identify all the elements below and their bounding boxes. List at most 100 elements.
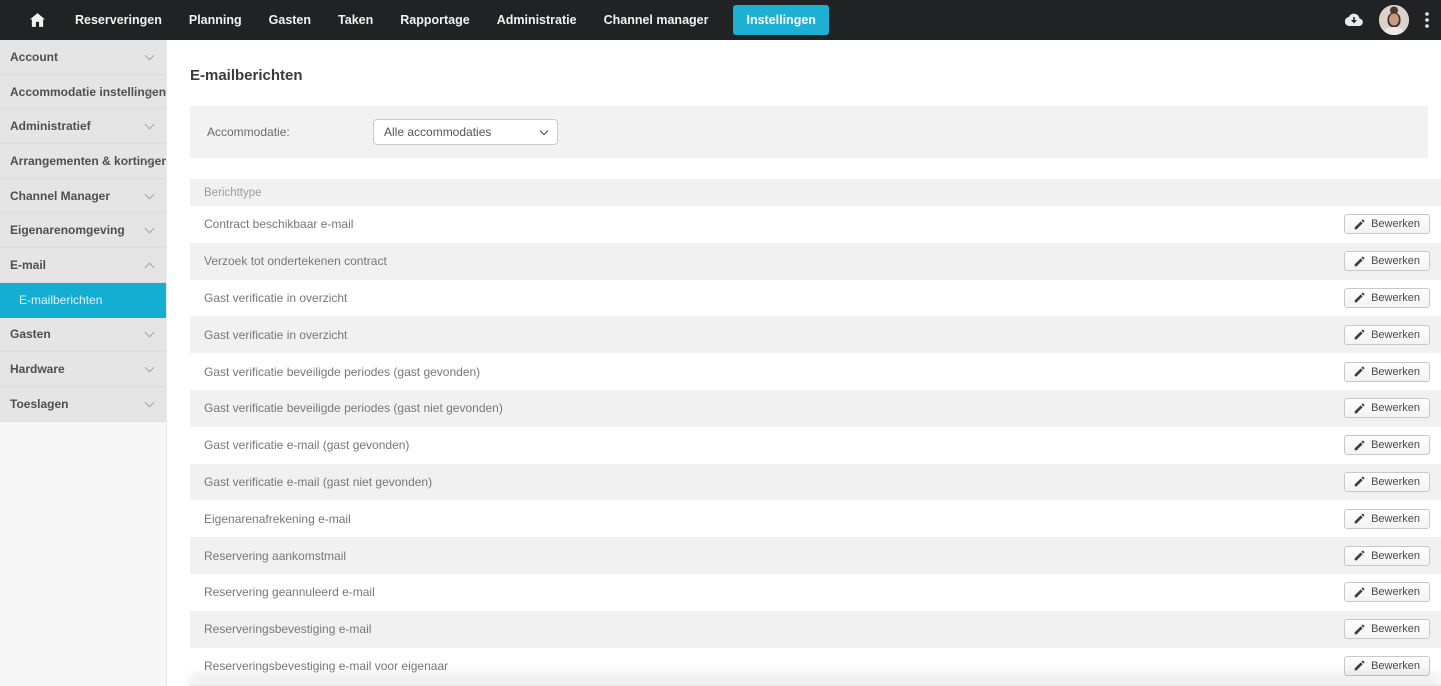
- bewerken-button[interactable]: Bewerken: [1344, 582, 1430, 603]
- sidebar-item-label: Channel Manager: [10, 188, 111, 203]
- bewerken-button[interactable]: Bewerken: [1344, 398, 1430, 419]
- bewerken-button-label: Bewerken: [1371, 291, 1420, 304]
- sidebar-menu: Account Accommodatie instellingen Admini…: [0, 40, 166, 422]
- chevron-icon: [144, 260, 155, 273]
- sidebar-item-arrangementen-kortingen[interactable]: Arrangementen & kortingen: [0, 144, 166, 179]
- berichttype-label: Gast verificatie in overzicht: [204, 290, 348, 305]
- sidebar-item-label: Account: [10, 49, 58, 64]
- accommodation-filter-label: Accommodatie:: [207, 125, 290, 139]
- bewerken-button-label: Bewerken: [1371, 218, 1420, 231]
- pencil-icon: [1354, 440, 1365, 450]
- chevron-icon: [144, 362, 155, 373]
- bewerken-button-label: Bewerken: [1371, 586, 1420, 599]
- pencil-icon: [1354, 403, 1365, 414]
- chevron-down-icon: [539, 126, 549, 136]
- table-row: Verzoek tot ondertekenen contract Bewerk…: [190, 242, 1441, 280]
- bewerken-button-label: Bewerken: [1371, 549, 1420, 562]
- berichttype-label: Gast verificatie beveiligde periodes (ga…: [204, 401, 503, 416]
- chevron-icon: [144, 223, 155, 234]
- sidebar-item-administratief[interactable]: Administratief: [0, 109, 166, 145]
- bewerken-button[interactable]: Bewerken: [1344, 287, 1430, 308]
- sidebar-item-accommodatie-instellingen[interactable]: Accommodatie instellingen: [0, 75, 166, 110]
- table-row: Eigenarenafrekening e-mail Bewerken: [190, 500, 1441, 538]
- sidebar-item-hardware[interactable]: Hardware: [0, 352, 166, 387]
- sidebar-item-account[interactable]: Account: [0, 40, 166, 75]
- nav-item-gasten[interactable]: Gasten: [269, 5, 311, 35]
- nav-item-taken[interactable]: Taken: [338, 5, 373, 35]
- pencil-icon: [1354, 587, 1365, 598]
- berichttype-label: Gast verificatie beveiligde periodes (ga…: [204, 364, 481, 379]
- nav-item-rapportage[interactable]: Rapportage: [400, 5, 469, 35]
- pencil-icon: [1354, 219, 1365, 230]
- sidebar-item-label: Arrangementen & kortingen: [10, 153, 166, 168]
- sidebar-item-toeslagen[interactable]: Toeslagen: [0, 387, 166, 422]
- nav-item-channel-manager[interactable]: Channel manager: [604, 5, 709, 35]
- chevron-icon: [144, 189, 155, 200]
- table-row: Reservering geannuleerd e-mail Bewerken: [190, 573, 1441, 611]
- pencil-icon: [1354, 513, 1365, 524]
- nav-item-planning[interactable]: Planning: [189, 5, 242, 35]
- page-title: E-mailberichten: [190, 67, 303, 84]
- sidebar-item-label: Administratief: [10, 119, 91, 134]
- sidebar-item-e-mail[interactable]: E-mail: [0, 248, 166, 283]
- cloud-download-icon[interactable]: [1345, 13, 1363, 27]
- sidebar-item-eigenarenomgeving[interactable]: Eigenarenomgeving: [0, 213, 166, 249]
- sidebar-item-label: Toeslagen: [10, 396, 69, 411]
- table-row: Gast verificatie beveiligde periodes (ga…: [190, 389, 1441, 427]
- berichttype-label: Gast verificatie e-mail (gast gevonden): [204, 438, 410, 453]
- berichttype-label: Eigenarenafrekening e-mail: [204, 511, 351, 526]
- chevron-icon: [144, 327, 155, 338]
- sidebar-item-channel-manager[interactable]: Channel Manager: [0, 179, 166, 214]
- top-nav-items: Reserveringen Planning Gasten Taken Rapporta…: [75, 5, 829, 35]
- table-row: Reservering aankomstmail Bewerken: [190, 537, 1441, 574]
- bewerken-button[interactable]: Bewerken: [1344, 435, 1430, 456]
- bewerken-button[interactable]: Bewerken: [1344, 361, 1430, 382]
- table-row: Contract beschikbaar e-mail Bewerken: [190, 206, 1441, 243]
- bewerken-button-label: Bewerken: [1371, 659, 1420, 672]
- berichttype-label: Verzoek tot ondertekenen contract: [204, 254, 387, 269]
- sidebar-item-gasten[interactable]: Gasten: [0, 318, 166, 353]
- nav-item-administratie[interactable]: Administratie: [497, 5, 577, 35]
- app-window: Reserveringen Planning Gasten Taken Rapporta…: [0, 0, 1441, 686]
- pencil-icon: [1354, 477, 1365, 487]
- pencil-icon: [1354, 256, 1365, 266]
- chevron-icon: [144, 119, 155, 130]
- accommodation-select-value: Alle accommodaties: [384, 125, 492, 139]
- email-types-table: Berichttype Contract beschikbaar e-mail …: [190, 179, 1441, 686]
- home-icon[interactable]: [30, 13, 45, 27]
- bewerken-button-label: Bewerken: [1371, 402, 1420, 415]
- sidebar-item-label: Hardware: [10, 362, 65, 377]
- bewerken-button[interactable]: Bewerken: [1344, 471, 1430, 492]
- bewerken-button[interactable]: Bewerken: [1344, 214, 1430, 235]
- bewerken-button[interactable]: Bewerken: [1344, 324, 1430, 345]
- kebab-menu-icon[interactable]: [1425, 12, 1429, 28]
- berichttype-label: Reservering geannuleerd e-mail: [204, 585, 375, 600]
- chevron-icon: [144, 154, 155, 165]
- bewerken-button[interactable]: Bewerken: [1344, 655, 1430, 676]
- avatar[interactable]: [1379, 5, 1409, 35]
- bewerken-button-label: Bewerken: [1371, 623, 1420, 636]
- pencil-icon: [1354, 624, 1365, 634]
- nav-item-reserveringen[interactable]: Reserveringen: [75, 5, 162, 35]
- bewerken-button-label: Bewerken: [1371, 328, 1420, 341]
- main-content: E-mailberichten Accommodatie: Alle accom…: [167, 40, 1441, 686]
- content-layout: Account Accommodatie instellingen Admini…: [0, 40, 1441, 686]
- bewerken-button[interactable]: Bewerken: [1344, 508, 1430, 529]
- bewerken-button-label: Bewerken: [1371, 255, 1420, 268]
- bewerken-button[interactable]: Bewerken: [1344, 619, 1430, 640]
- berichttype-label: Reserveringsbevestiging e-mail voor eige…: [204, 658, 449, 673]
- table-row: Gast verificatie in overzicht Bewerken: [190, 279, 1441, 317]
- sidebar-item-label: Eigenarenomgeving: [10, 223, 125, 238]
- table-header-berichttype: Berichttype: [190, 179, 1441, 206]
- chevron-icon: [144, 397, 155, 408]
- settings-sidebar: Account Accommodatie instellingen Admini…: [0, 40, 167, 686]
- accommodation-select[interactable]: Alle accommodaties: [373, 119, 558, 145]
- sidebar-item-label: Accommodatie instellingen: [10, 84, 166, 99]
- bewerken-button[interactable]: Bewerken: [1344, 545, 1430, 566]
- nav-item-instellingen[interactable]: Instellingen: [733, 5, 829, 35]
- sidebar-item-e-mailberichten[interactable]: E-mailberichten: [0, 282, 166, 318]
- sidebar-item-label: E-mail: [10, 257, 47, 272]
- accommodation-filter-panel: Accommodatie: Alle accommodaties: [190, 106, 1428, 158]
- bewerken-button[interactable]: Bewerken: [1344, 251, 1430, 272]
- bewerken-button-label: Bewerken: [1371, 365, 1420, 378]
